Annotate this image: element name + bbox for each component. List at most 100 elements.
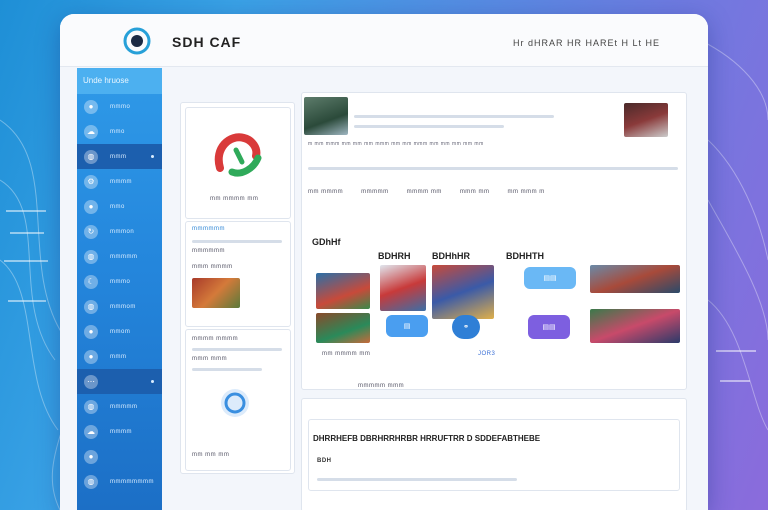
- circle-icon: ●: [84, 349, 98, 364]
- sidebar-item[interactable]: ↻ mmmon: [77, 219, 162, 244]
- sidebar-item-label: mmm: [110, 153, 127, 160]
- sidebar-item[interactable]: ● mmmo: [77, 94, 162, 119]
- app-title: SDH CAF: [172, 34, 242, 50]
- circle-icon: ●: [84, 449, 98, 464]
- moon-icon: ☾: [84, 274, 98, 289]
- news-subheading: BDH: [317, 458, 332, 464]
- photo-tile[interactable]: [316, 273, 370, 309]
- circle-icon: ●: [84, 99, 98, 114]
- photo-tile[interactable]: [590, 265, 680, 293]
- sidebar-item[interactable]: ●: [77, 444, 162, 469]
- globe-icon: ◍: [84, 399, 98, 414]
- header-image-right: [624, 103, 668, 137]
- globe-icon: ◍: [84, 299, 98, 314]
- tab[interactable]: mmm mm: [460, 189, 490, 195]
- caption-tertiary: JOR3: [478, 351, 496, 357]
- breadcrumb: m mm mmm mm mm mm mmm mm mm mmm mm mm mm…: [308, 141, 484, 147]
- share-button[interactable]: ⚭: [452, 315, 480, 339]
- circle-icon: ●: [84, 324, 98, 339]
- sidebar-item-label: mmmm: [110, 428, 132, 435]
- photo-tile[interactable]: [590, 309, 680, 343]
- tab[interactable]: mm mmm m: [507, 189, 544, 195]
- photo-tile[interactable]: [380, 265, 426, 311]
- section-title: BDHHTH: [506, 251, 544, 261]
- news-panel: DHRRHEFB DBRHRRHRBR HRRUFTRR D SDDEFABTH…: [301, 398, 687, 510]
- sidebar-item-label: mmmmm: [110, 253, 138, 260]
- top-navigation[interactable]: Hr dHRAR HR HAREt H Lt HE: [513, 38, 660, 48]
- filter-row[interactable]: mmm mmmm: [192, 264, 233, 270]
- sidebar-item[interactable]: ◍ mmmmmmmm: [77, 469, 162, 494]
- options-card: mmmm mmmm mmm mmm mm mm mm: [185, 329, 291, 471]
- left-panel: mm mmmm mm mmmmmm mmmmmm mmm mmmm mmmm m…: [180, 102, 295, 474]
- sidebar-item-label: mmmom: [110, 303, 136, 310]
- app-window: SDH CAF Hr dHRAR HR HAREt H Lt HE Unde h…: [60, 14, 708, 510]
- filter-title: mmmmmm: [192, 226, 225, 232]
- selected-indicator: [151, 380, 154, 383]
- tab[interactable]: mmmm mm: [407, 189, 442, 195]
- news-card[interactable]: DHRRHEFB DBRHRRHRBR HRRUFTRR D SDDEFABTH…: [308, 419, 680, 491]
- caption: mm mmmm mm: [322, 351, 371, 357]
- sidebar-item-label: mmmmmmmm: [110, 478, 154, 485]
- globe-icon: ◍: [84, 474, 98, 489]
- sidebar-item-label: mmmmm: [110, 403, 138, 410]
- sidebar-item-label: mmm: [110, 353, 127, 360]
- sidebar-item[interactable]: ☁ mmmm: [77, 419, 162, 444]
- sidebar-item[interactable]: ☾ mmmo: [77, 269, 162, 294]
- blue-pill-button[interactable]: ▤▤: [524, 267, 576, 289]
- photo-tile[interactable]: [316, 313, 370, 343]
- sidebar-item-label: mmo: [110, 128, 125, 135]
- globe-icon: ◍: [84, 249, 98, 264]
- sidebar-item[interactable]: ☁ mmo: [77, 119, 162, 144]
- sidebar: Unde hruose ● mmmo ☁ mmo ◍ mmm ⚙ mmmm ● mmo ↻ mmmon…: [77, 68, 162, 510]
- header-image: [304, 97, 348, 135]
- selected-indicator: [151, 155, 154, 158]
- sidebar-header: Unde hruose: [77, 68, 162, 94]
- sidebar-item-label: mmmm: [110, 178, 132, 185]
- globe-icon: ◍: [84, 149, 98, 164]
- filter-card: mmmmmm mmmmmm mmm mmmm: [185, 221, 291, 327]
- gear-icon: ⚙: [84, 174, 98, 189]
- sidebar-item[interactable]: ◍ mmmmm: [77, 244, 162, 269]
- sidebar-item[interactable]: ◍ mmmmm: [77, 394, 162, 419]
- blue-action-button[interactable]: ▤: [386, 315, 428, 337]
- sidebar-item-label: mmmo: [110, 278, 131, 285]
- sidebar-item[interactable]: ⋯: [77, 369, 162, 394]
- filter-row[interactable]: mmmmmm: [192, 248, 225, 254]
- purple-pill-button[interactable]: ▤▤: [528, 315, 570, 339]
- filter-thumbnail: [192, 278, 240, 308]
- sidebar-item[interactable]: ● mmom: [77, 319, 162, 344]
- dots-icon: ⋯: [84, 374, 98, 389]
- news-heading[interactable]: DHRRHEFB DBRHRRHRBR HRRUFTRR D SDDEFABTH…: [313, 434, 540, 443]
- tab[interactable]: mm mmmm: [308, 189, 343, 195]
- logo-caption: mm mmmm mm: [210, 196, 259, 202]
- option-row[interactable]: mmmm mmmm: [192, 336, 238, 342]
- section-title: BDHhHR: [432, 251, 470, 261]
- sidebar-item-label: mmmon: [110, 228, 135, 235]
- sidebar-item[interactable]: ◍ mmmom: [77, 294, 162, 319]
- refresh-icon: ↻: [84, 224, 98, 239]
- circle-icon: ●: [84, 199, 98, 214]
- sidebar-item[interactable]: ● mmo: [77, 194, 162, 219]
- sidebar-item[interactable]: ⚙ mmmm: [77, 169, 162, 194]
- section-title: BDHRH: [378, 251, 411, 261]
- sidebar-item-label: mmom: [110, 328, 131, 335]
- sidebar-item[interactable]: ● mmm: [77, 344, 162, 369]
- top-bar: SDH CAF Hr dHRAR HR HAREt H Lt HE: [60, 14, 708, 67]
- main-panel: m mm mmm mm mm mm mmm mm mm mmm mm mm mm…: [301, 92, 687, 390]
- cloud-icon: ☁: [84, 424, 98, 439]
- tab[interactable]: mmmmm: [361, 189, 389, 195]
- tab-row: mm mmmm mmmmm mmmm mm mmm mm mm mmm m: [308, 189, 545, 195]
- cloud-icon: ☁: [84, 124, 98, 139]
- photo-tile[interactable]: [432, 265, 494, 319]
- sidebar-item[interactable]: ◍ mmm: [77, 144, 162, 169]
- section-title: GDhHf: [312, 237, 341, 247]
- sidebar-item-label: mmo: [110, 203, 125, 210]
- sidebar-list: ● mmmo ☁ mmo ◍ mmm ⚙ mmmm ● mmo ↻ mmmon ◍ mmmmm ☾ mmmo ◍…: [77, 94, 162, 494]
- caption-secondary: mmmmm mmm: [358, 383, 405, 389]
- app-logo-icon: [123, 27, 151, 55]
- options-footer: mm mm mm: [192, 452, 230, 458]
- brand-logo-icon: [214, 133, 262, 177]
- refresh-icon[interactable]: [220, 388, 250, 418]
- option-row[interactable]: mmm mmm: [192, 356, 227, 362]
- sidebar-item-label: mmmo: [110, 103, 131, 110]
